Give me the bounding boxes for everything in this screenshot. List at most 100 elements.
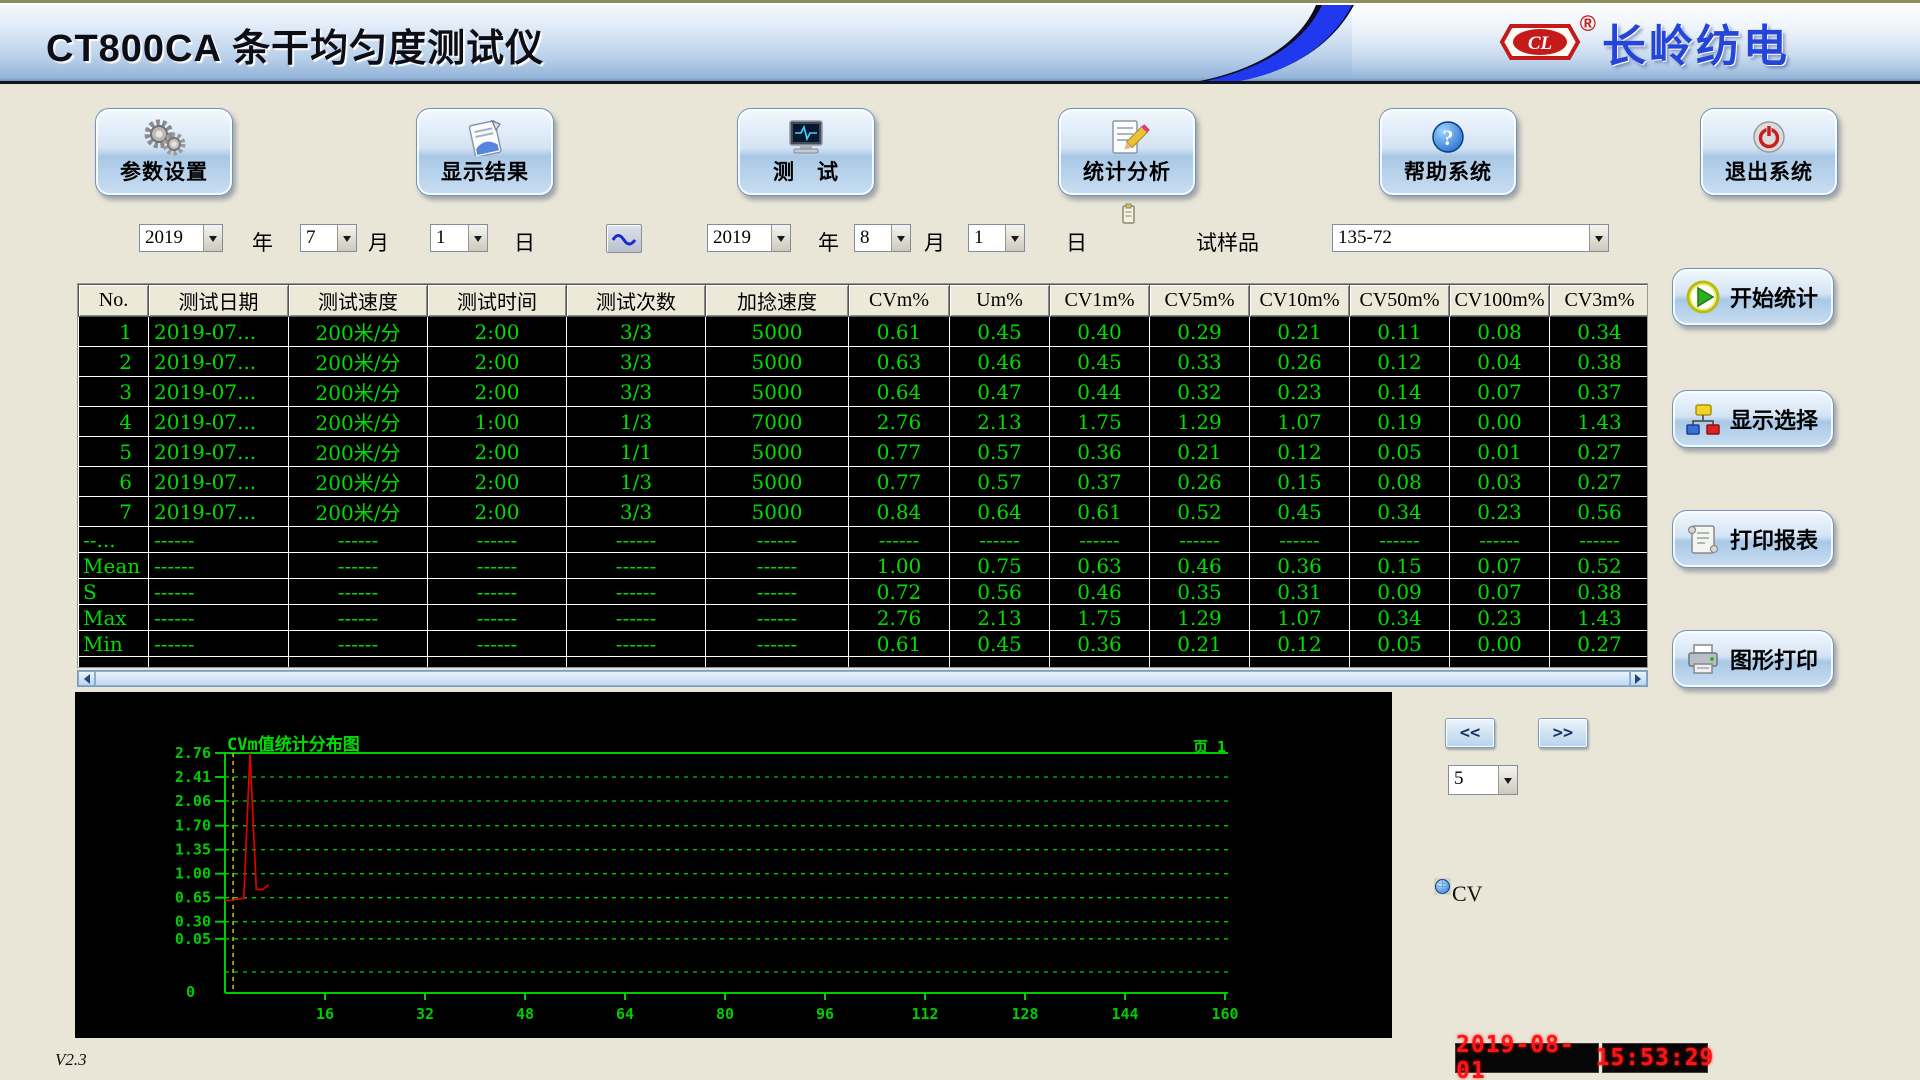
table-cell: ------ (950, 527, 1050, 553)
table-row[interactable]: 32019-07...200米/分2:003/350000.640.470.44… (79, 377, 1649, 407)
column-header: 测试次数 (567, 285, 706, 317)
table-row[interactable]: 72019-07...200米/分2:003/350000.840.640.61… (79, 497, 1649, 527)
table-cell: 0.19 (1350, 407, 1450, 437)
table-cell: 0.61 (849, 631, 950, 657)
version-text: V2.3 (55, 1050, 87, 1070)
table-cell: 0.08 (1350, 467, 1450, 497)
show-results-button-label: 显示结果 (441, 156, 529, 186)
print-report-button[interactable]: 打印报表 (1672, 510, 1834, 568)
table-cell: 0.21 (1250, 317, 1350, 347)
table-cell: 0.64 (849, 377, 950, 407)
end-month-select[interactable]: 8 (854, 224, 911, 252)
date-range-button[interactable] (606, 224, 642, 253)
table-row[interactable]: 52019-07...200米/分2:001/150000.770.570.36… (79, 437, 1649, 467)
column-header: CV10m% (1250, 285, 1350, 317)
scrollbar-thumb[interactable] (95, 671, 1630, 686)
end-year-label: 年 (818, 227, 839, 257)
table-cell: 0.61 (849, 317, 950, 347)
table-row[interactable]: --...-----------------------------------… (79, 527, 1649, 553)
start-month-select[interactable]: 7 (300, 224, 357, 252)
globe-icon (1434, 878, 1451, 895)
test-button[interactable]: 测 试 (737, 108, 875, 196)
svg-text:64: 64 (616, 1005, 634, 1023)
prev-page-button[interactable]: << (1445, 718, 1495, 748)
table-row[interactable]: Max------------------------------2.762.1… (79, 605, 1649, 631)
column-header: CV5m% (1150, 285, 1250, 317)
table-cell: 3/3 (567, 377, 706, 407)
help-button[interactable]: ? 帮助系统 (1379, 108, 1517, 196)
print-graph-button[interactable]: 图形打印 (1672, 630, 1834, 688)
table-row[interactable]: 42019-07...200米/分1:001/370002.762.131.75… (79, 407, 1649, 437)
dropdown-arrow-icon (771, 225, 790, 251)
start-month-label: 月 (368, 227, 389, 257)
table-cell: 1.29 (1150, 605, 1250, 631)
exit-button-label: 退出系统 (1725, 156, 1813, 186)
table-row[interactable]: S------------------------------0.720.560… (79, 579, 1649, 605)
table-cell: 0.47 (950, 377, 1050, 407)
print-graph-label: 图形打印 (1730, 643, 1818, 675)
statistics-button-label: 统计分析 (1083, 156, 1171, 186)
table-cell: 0.61 (1050, 497, 1150, 527)
settings-button[interactable]: 参数设置 (95, 108, 233, 196)
dropdown-arrow-icon (337, 225, 356, 251)
display-select-button[interactable]: 显示选择 (1672, 390, 1834, 448)
sample-select[interactable]: 135-72 (1332, 224, 1609, 252)
table-cell: 3 (79, 377, 149, 407)
table-cell: 6 (79, 467, 149, 497)
table-cell: 5000 (706, 347, 849, 377)
table-cell: 0.46 (1150, 553, 1250, 579)
column-header: 测试速度 (289, 285, 428, 317)
table-row[interactable]: 12019-07...200米/分2:003/350000.610.450.40… (79, 317, 1649, 347)
table-cell: 200米/分 (289, 497, 428, 527)
table-cell: 1/1 (567, 437, 706, 467)
page-size-select[interactable]: 5 (1448, 765, 1518, 795)
column-header: CV100m% (1450, 285, 1550, 317)
table-cell: 0.52 (1550, 553, 1649, 579)
scroll-left-arrow[interactable] (78, 671, 95, 686)
end-year-select[interactable]: 2019 (707, 224, 791, 252)
table-cell: 0.56 (1550, 497, 1649, 527)
table-cell: 0.72 (849, 579, 950, 605)
start-day-select[interactable]: 1 (430, 224, 488, 252)
table-cell: 1.00 (849, 553, 950, 579)
scroll-right-arrow[interactable] (1630, 671, 1647, 686)
end-day-select[interactable]: 1 (968, 224, 1025, 252)
table-row[interactable]: Min------------------------------0.610.4… (79, 631, 1649, 657)
table-cell (1550, 657, 1649, 669)
table-cell: 2019-07... (149, 317, 289, 347)
statistics-button[interactable]: 统计分析 (1058, 108, 1196, 196)
exit-button[interactable]: 退出系统 (1700, 108, 1838, 196)
table-cell: S (79, 579, 149, 605)
start-statistics-button[interactable]: 开始统计 (1672, 268, 1834, 326)
cv-checkbox-label: CV (1452, 881, 1483, 907)
table-row[interactable]: 22019-07...200米/分2:003/350000.630.460.45… (79, 347, 1649, 377)
table-cell: ------ (567, 631, 706, 657)
table-cell (428, 657, 567, 669)
table-cell: 0.23 (1450, 497, 1550, 527)
table-cell: 0.04 (1450, 347, 1550, 377)
table-cell: Max (79, 605, 149, 631)
table-cell: 0.46 (1050, 579, 1150, 605)
table-cell: ------ (706, 553, 849, 579)
table-cell: 2019-07... (149, 407, 289, 437)
table-cell: ------ (567, 527, 706, 553)
table-cell: ------ (428, 579, 567, 605)
table-row[interactable]: Mean------------------------------1.000.… (79, 553, 1649, 579)
table-row[interactable]: 62019-07...200米/分2:001/350000.770.570.37… (79, 467, 1649, 497)
table-cell: 0.00 (1450, 631, 1550, 657)
svg-text:2.76: 2.76 (175, 744, 211, 762)
table-cell: ------ (567, 579, 706, 605)
table-cell: 0.27 (1550, 437, 1649, 467)
table-cell: 2019-07... (149, 437, 289, 467)
table-cell: ------ (428, 553, 567, 579)
table-cell: ------ (849, 527, 950, 553)
cv-checkbox[interactable]: CV (1434, 878, 1483, 907)
start-year-select[interactable]: 2019 (139, 224, 223, 252)
next-page-button[interactable]: >> (1538, 718, 1588, 748)
app-window: CT800CA 条干均匀度测试仪 CL ® 长岭纺电 参数设置 (0, 0, 1920, 1080)
results-table-panel: No.测试日期测试速度测试时间测试次数加捻速度CVm%Um%CV1m%CV5m%… (77, 283, 1648, 668)
table-cell: 0.45 (950, 631, 1050, 657)
horizontal-scrollbar[interactable] (77, 670, 1648, 687)
gears-icon (141, 117, 187, 156)
show-results-button[interactable]: 显示结果 (416, 108, 554, 196)
